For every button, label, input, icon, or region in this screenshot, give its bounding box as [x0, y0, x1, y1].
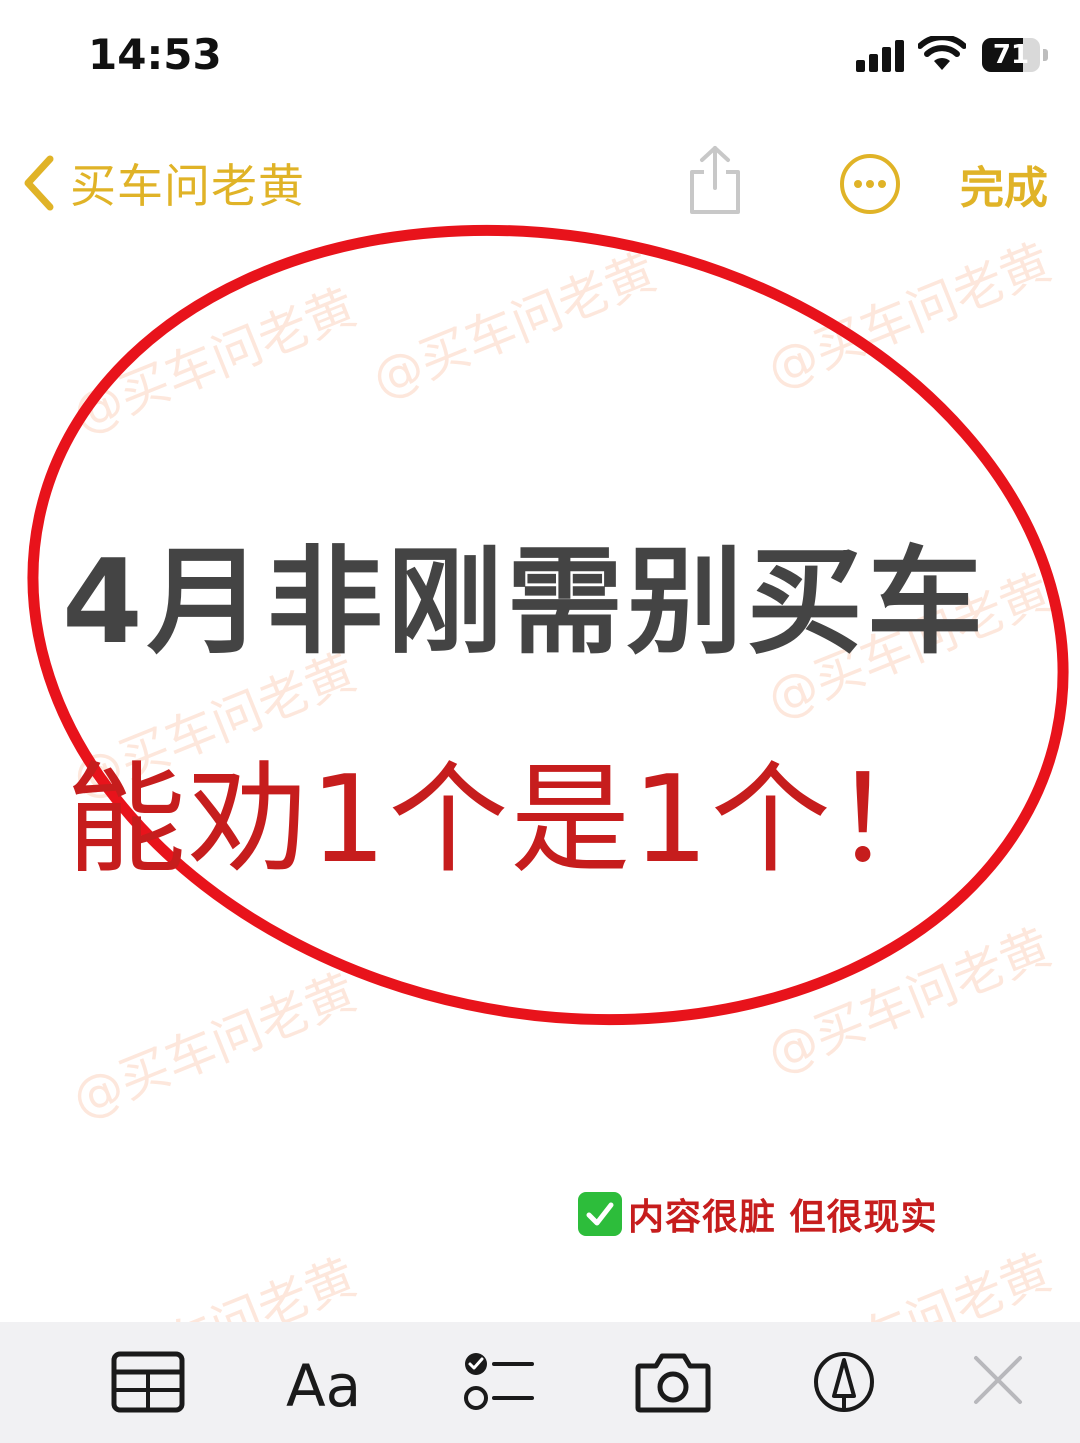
note-headline: 4月非刚需别买车 — [62, 535, 987, 670]
status-bar: 14:53 71 — [0, 0, 1080, 110]
battery-level-text: 71 — [992, 40, 1030, 70]
wifi-icon — [918, 36, 966, 70]
camera-icon[interactable] — [634, 1350, 712, 1414]
close-icon[interactable] — [972, 1354, 1024, 1406]
check-mark-button-icon — [578, 1192, 622, 1236]
table-icon[interactable] — [110, 1350, 186, 1414]
checklist-icon[interactable] — [462, 1350, 534, 1414]
format-text-icon[interactable]: Aa — [286, 1352, 361, 1420]
bottom-toolbar: Aa — [0, 1322, 1080, 1443]
note-caption: 内容很脏 但很现实 — [578, 1188, 938, 1240]
note-caption-text: 内容很脏 但很现实 — [628, 1197, 938, 1238]
note-subline: 能劝1个是1个！ — [66, 751, 955, 890]
cellular-signal-icon — [856, 40, 904, 72]
battery-indicator: 71 — [982, 38, 1050, 74]
status-time: 14:53 — [88, 30, 222, 79]
markup-pen-icon[interactable] — [812, 1350, 876, 1414]
